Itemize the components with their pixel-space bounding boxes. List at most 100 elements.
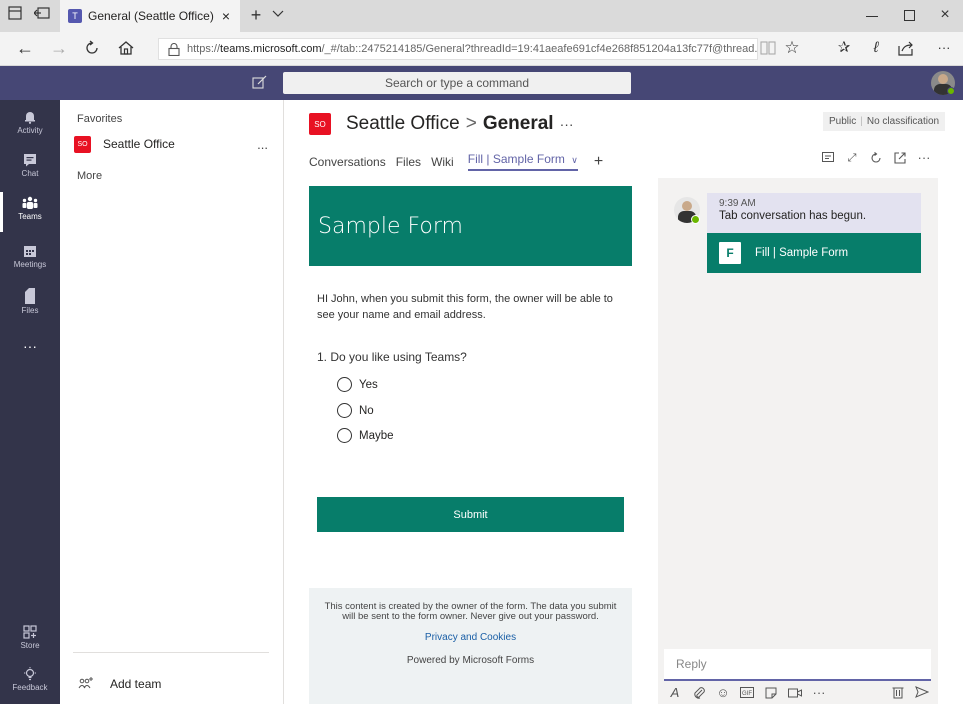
rail-teams[interactable]: Teams (0, 196, 60, 221)
tab-fill-sample-form[interactable]: Fill | Sample Form ∨ (467, 152, 578, 171)
close-tab-icon[interactable]: × (222, 8, 230, 24)
browser-more-icon[interactable]: ··· (934, 38, 954, 58)
meet-now-icon[interactable] (786, 684, 804, 702)
tab-actions-icon[interactable] (8, 6, 26, 20)
tab-conversations[interactable]: Conversations (309, 155, 386, 169)
option-maybe[interactable]: Maybe (337, 428, 394, 443)
team-more-options-icon[interactable]: ... (257, 137, 268, 152)
tab-title: General (Seattle Office) (88, 9, 214, 23)
reload-tab-icon[interactable] (867, 149, 885, 167)
tab-actions: ⤢ ··· (819, 149, 933, 167)
tab-chevron-down-icon[interactable]: ∨ (571, 155, 578, 165)
back-arrow-icon[interactable]: ← (14, 38, 36, 58)
app-rail (0, 100, 60, 704)
radio-button[interactable] (337, 377, 352, 392)
close-window-icon[interactable]: × (936, 5, 954, 25)
store-icon (23, 625, 37, 639)
format-icon[interactable]: A (666, 684, 684, 702)
share-icon[interactable] (898, 40, 914, 56)
rail-label: Files (21, 306, 39, 315)
tab-more-icon[interactable]: ··· (915, 149, 933, 167)
web-note-icon[interactable]: ℓ (866, 38, 886, 58)
form-card[interactable]: F Fill | Sample Form (707, 233, 921, 273)
channel-title: Seattle Office > General ··· (346, 113, 574, 135)
divider (73, 652, 269, 653)
form-gutter (296, 178, 309, 704)
rail-files[interactable]: Files (0, 288, 60, 315)
home-icon[interactable] (118, 40, 134, 56)
more-options-icon[interactable]: ··· (810, 684, 828, 702)
classification-label: No classification (866, 116, 940, 127)
message-body: 9:39 AM Tab conversation has begun. (707, 193, 921, 233)
more-heading[interactable]: More (77, 170, 102, 182)
option-label: Yes (359, 378, 378, 391)
feedback-icon (24, 667, 36, 681)
radio-button[interactable] (337, 403, 352, 418)
maximize-icon[interactable] (904, 10, 915, 21)
minimize-icon[interactable] (866, 16, 878, 17)
rail-activity[interactable]: Activity (0, 110, 60, 135)
team-item-seattle-office[interactable]: SO Seattle Office ... (74, 133, 274, 155)
reply-input[interactable]: Reply (664, 649, 931, 681)
url-field[interactable]: https://teams.microsoft.com/_#/tab::2475… (158, 38, 758, 60)
new-tab-icon[interactable]: + (246, 6, 266, 24)
forward-arrow-icon[interactable]: → (48, 38, 70, 58)
search-input[interactable]: Search or type a command (283, 72, 631, 94)
add-team-icon (78, 677, 93, 689)
delete-draft-icon[interactable] (892, 685, 904, 699)
channel-more-icon[interactable]: ··· (560, 116, 574, 132)
presence-available-icon (691, 215, 700, 224)
browser-tab[interactable]: T General (Seattle Office) × (60, 0, 240, 32)
url-host: teams.microsoft.com (220, 43, 322, 55)
attach-icon[interactable] (690, 684, 708, 702)
presence-available-icon (947, 87, 955, 95)
chevron-down-icon[interactable] (272, 6, 290, 20)
classification-badge: Public | No classification (823, 112, 946, 131)
forms-app-icon: F (719, 242, 741, 264)
rail-more-apps-icon[interactable]: ··· (0, 338, 60, 354)
tab-conversation-icon[interactable] (819, 149, 837, 167)
option-no[interactable]: No (337, 403, 374, 418)
card-title: Fill | Sample Form (755, 247, 849, 259)
favorites-heading: Favorites (77, 113, 123, 125)
rail-chat[interactable]: Chat (0, 153, 60, 178)
team-avatar: SO (74, 135, 91, 153)
favorites-hub-icon[interactable]: ✰ (834, 38, 854, 58)
tab-wiki[interactable]: Wiki (431, 155, 454, 169)
add-team-button[interactable]: Add team (78, 676, 161, 692)
reply-placeholder: Reply (676, 657, 707, 671)
add-tab-icon[interactable]: + (594, 153, 603, 171)
badge-divider: | (860, 116, 863, 127)
calendar-icon (24, 246, 36, 257)
channel-team-name[interactable]: Seattle Office (346, 113, 460, 135)
sticker-icon[interactable] (762, 684, 780, 702)
url-path: /_#/tab::2475214185/General?threadId=19:… (321, 43, 758, 55)
option-yes[interactable]: Yes (337, 377, 378, 392)
file-icon (25, 288, 35, 304)
form-intro: HI John, when you submit this form, the … (317, 293, 613, 321)
rail-store[interactable]: Store (0, 625, 60, 650)
open-website-icon[interactable] (891, 149, 909, 167)
radio-button[interactable] (337, 428, 352, 443)
gif-icon[interactable]: GIF (738, 684, 756, 702)
submit-button[interactable]: Submit (317, 497, 624, 532)
set-tabs-aside-icon[interactable] (34, 6, 52, 20)
privacy-link[interactable]: Privacy and Cookies (318, 632, 623, 643)
emoji-icon[interactable]: ☺ (714, 684, 732, 702)
add-team-label: Add team (110, 677, 162, 691)
channel-name: General (482, 113, 554, 134)
reading-view-icon[interactable] (760, 41, 776, 55)
rail-feedback[interactable]: Feedback (0, 667, 60, 692)
compose-icon[interactable] (252, 75, 267, 90)
rail-meetings[interactable]: Meetings (0, 244, 60, 269)
tab-files[interactable]: Files (396, 155, 421, 169)
expand-icon[interactable]: ⤢ (843, 149, 861, 167)
powered-by: Powered by Microsoft Forms (406, 655, 535, 666)
send-icon[interactable] (915, 686, 929, 698)
channel-tabs: Conversations Files Wiki Fill | Sample F… (309, 152, 603, 171)
footer-notice: This content is created by the owner of … (324, 601, 617, 622)
favorite-star-icon[interactable]: ☆ (782, 38, 802, 58)
refresh-icon[interactable] (84, 40, 100, 56)
url-scheme: https:// (187, 43, 221, 55)
team-name: Seattle Office (103, 137, 175, 151)
